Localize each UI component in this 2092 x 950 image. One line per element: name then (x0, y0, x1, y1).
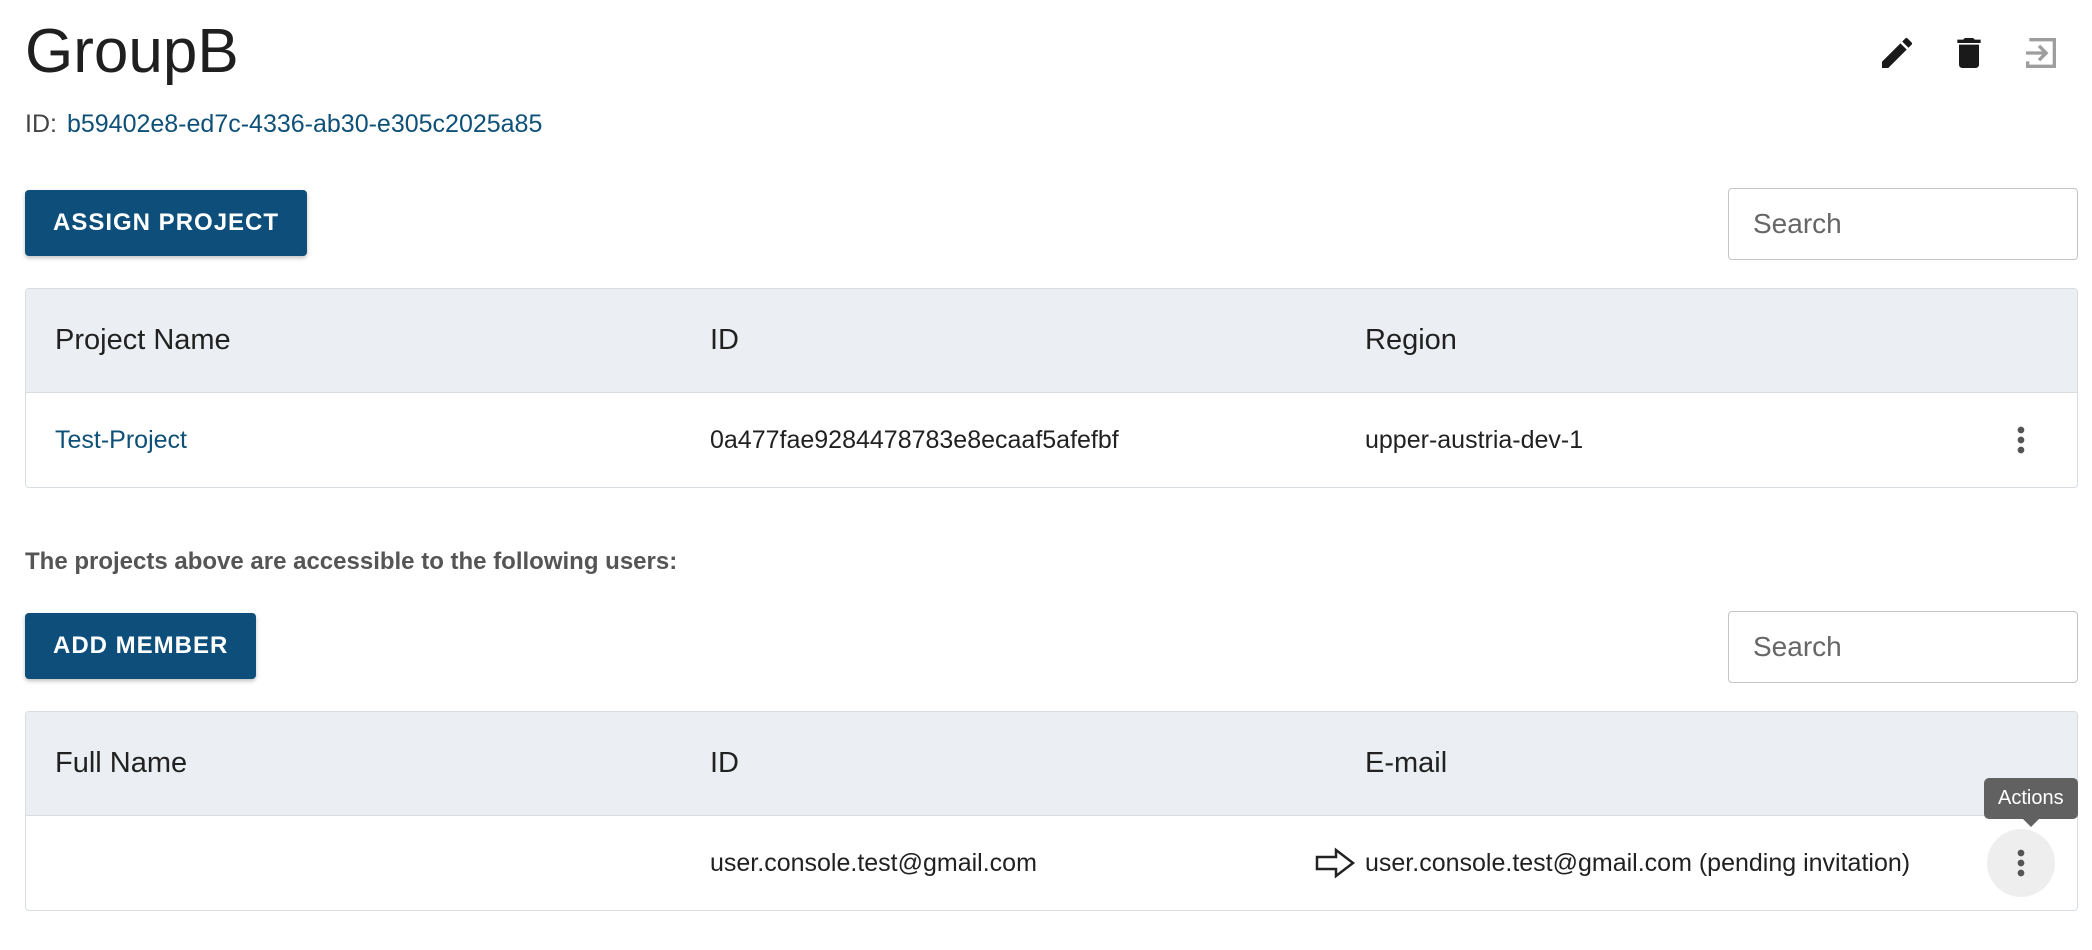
column-header-email: E-mail (1365, 747, 1448, 779)
project-actions-button[interactable] (1987, 406, 2055, 474)
leave-group-button[interactable] (2018, 30, 2064, 76)
page-title: GroupB (25, 17, 239, 86)
column-header-id: ID (710, 324, 739, 356)
group-id-value: b59402e8-ed7c-4336-ab30-e305c2025a85 (66, 110, 543, 138)
member-actions-button[interactable] (1987, 829, 2055, 897)
projects-table-header: Project Name ID Region (26, 289, 2077, 393)
add-member-button[interactable]: ADD MEMBER (25, 613, 257, 679)
more-vert-icon (2017, 426, 2025, 454)
members-table-header: Full Name ID E-mail (26, 712, 2077, 816)
column-header-id: ID (710, 747, 739, 779)
group-id-line: ID: b59402e8-ed7c-4336-ab30-e305c2025a85 (25, 108, 542, 140)
member-email: user.console.test@gmail.com (pending inv… (1365, 848, 1911, 877)
table-row: Test-Project 0a477fae9284478783e8ecaaf5a… (26, 393, 2077, 487)
members-table: Full Name ID E-mail user.console.test@gm… (25, 711, 2078, 911)
projects-table: Project Name ID Region Test-Project 0a47… (25, 288, 2078, 488)
column-header-full-name: Full Name (55, 747, 188, 779)
group-detail-page: GroupB ID: b59402e8-ed7c-4336-ab30-e305c2… (0, 0, 2092, 950)
delete-button[interactable] (1946, 30, 1992, 76)
edit-icon (1882, 37, 1913, 68)
edit-button[interactable] (1874, 30, 1920, 76)
more-vert-icon (2017, 849, 2025, 877)
actions-tooltip: Actions (1984, 778, 2078, 827)
arrow-right-icon (1315, 847, 1356, 879)
project-search-input[interactable] (1728, 188, 2078, 260)
header-actions (1874, 30, 2064, 76)
members-note: The projects above are accessible to the… (25, 548, 678, 575)
member-id: user.console.test@gmail.com (710, 848, 1037, 877)
project-name-link[interactable]: Test-Project (55, 426, 187, 454)
member-search-input[interactable] (1728, 611, 2078, 683)
assign-project-button[interactable]: ASSIGN PROJECT (25, 190, 308, 256)
project-region: upper-austria-dev-1 (1365, 425, 1584, 454)
leave-group-icon (2026, 38, 2056, 68)
group-id-label: ID: (25, 110, 57, 138)
column-header-project-name: Project Name (55, 324, 231, 356)
delete-icon (1957, 38, 1981, 68)
project-id: 0a477fae9284478783e8ecaaf5afefbf (710, 425, 1119, 454)
column-header-region: Region (1365, 324, 1457, 356)
table-row: user.console.test@gmail.com user.console… (26, 816, 2077, 910)
